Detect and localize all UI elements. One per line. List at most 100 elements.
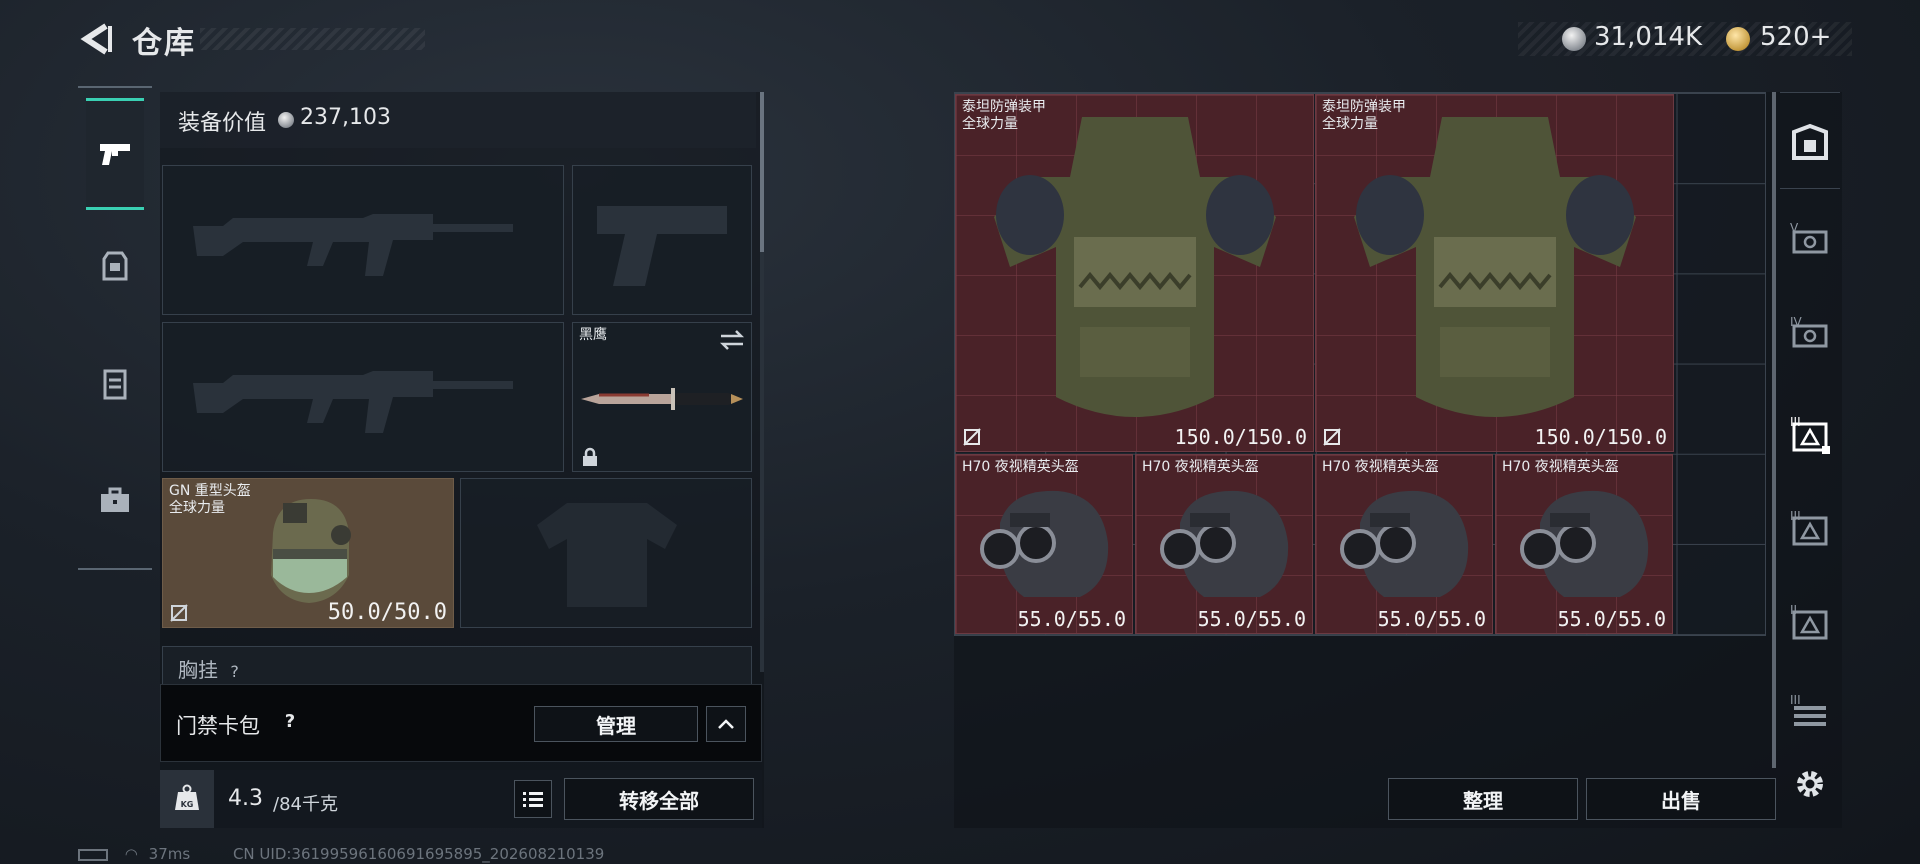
- level-v-armor-icon: V: [1790, 221, 1828, 254]
- vest-icon: [103, 369, 127, 400]
- silver-coin-icon: [278, 112, 294, 128]
- lock-icon: [583, 447, 597, 466]
- list-view-button[interactable]: [514, 780, 552, 818]
- armor-slot[interactable]: [460, 478, 752, 628]
- tab-level-i[interactable]: III: [1782, 688, 1838, 732]
- tab-level-v[interactable]: V: [1782, 210, 1838, 266]
- helmet-4-name: H70 夜视精英头盔: [1502, 459, 1619, 475]
- sidebar-divider: [1780, 92, 1840, 93]
- transfer-all-button[interactable]: 转移全部: [564, 778, 754, 820]
- melee-item-name: 黑鹰: [579, 327, 607, 343]
- helmet-name: GN 重型头盔 全球力量: [169, 483, 251, 516]
- swap-icon[interactable]: [719, 329, 745, 351]
- tab-level-iv[interactable]: IV: [1782, 304, 1838, 360]
- status-bar: ◠ 37ms CN UID:3619959616069169589​5_2026…: [78, 845, 604, 863]
- page-title: 仓库: [132, 26, 196, 61]
- tab-weapons[interactable]: [86, 98, 144, 210]
- weight-max: /84千克: [273, 794, 338, 815]
- tab-safe-box[interactable]: [1782, 114, 1838, 170]
- weight-current: 4.3: [228, 786, 263, 811]
- sell-button[interactable]: 出售: [1586, 778, 1776, 820]
- battery-icon: [78, 848, 108, 861]
- night-vision-helmet-image: [1520, 490, 1649, 597]
- assault-rifle-silhouette-icon: [193, 371, 513, 433]
- wifi-icon: ◠: [124, 845, 138, 863]
- expand-button[interactable]: [706, 706, 746, 742]
- night-vision-helmet-image: [1160, 490, 1289, 597]
- helmet-3-durability: 55.0/55.0: [1377, 607, 1486, 631]
- keycard-label: 门禁卡包: [176, 714, 260, 738]
- chest-rig-slot[interactable]: [162, 646, 752, 686]
- storage-item-helmet-3[interactable]: H70 夜视精英头盔 55.0/55.0: [1315, 454, 1493, 634]
- melee-slot[interactable]: 黑鹰: [572, 322, 752, 472]
- tab-level-iii[interactable]: III: [1782, 500, 1838, 556]
- weight-kg-label: KG: [180, 800, 194, 809]
- level-i-armor-icon: III: [1790, 693, 1826, 726]
- gold-currency-value: 520+: [1760, 22, 1832, 52]
- weight-icon-box: KG: [160, 770, 214, 828]
- pistol-slot[interactable]: [572, 165, 752, 315]
- equipment-scrollbar-thumb[interactable]: [760, 92, 764, 252]
- svg-text:III: III: [1790, 693, 1801, 707]
- armor-silhouette-icon: [537, 503, 677, 607]
- equipment-value: 237,103: [300, 105, 391, 130]
- tab-level-ii[interactable]: II: [1782, 594, 1838, 650]
- assault-rifle-silhouette-icon: [193, 214, 513, 276]
- level-iii-armor-icon: III: [1790, 509, 1828, 546]
- equipment-value-label: 装备价值: [178, 111, 267, 136]
- storage-scrollbar[interactable]: [1772, 92, 1776, 768]
- sidebar-divider: [1780, 188, 1840, 189]
- settings-button[interactable]: [1782, 756, 1838, 812]
- chevron-up-icon: [718, 719, 734, 729]
- level-ii-armor-icon: II: [1790, 603, 1828, 640]
- titan-armor-image: [1354, 117, 1636, 417]
- help-icon[interactable]: ?: [276, 708, 304, 736]
- gold-coin-icon: [1726, 27, 1750, 51]
- armor-1-durability: 150.0/150.0: [1174, 425, 1307, 449]
- storage-item-helmet-2[interactable]: H70 夜视精英头盔 55.0/55.0: [1135, 454, 1313, 634]
- level-iii-armor-active-icon: III: [1790, 415, 1830, 454]
- no-insurance-icon: [1323, 428, 1341, 446]
- no-insurance-icon: [170, 604, 188, 622]
- back-arrow-icon: [80, 23, 112, 55]
- tab-vest[interactable]: [86, 328, 144, 440]
- silver-currency-value: 31,014K: [1594, 22, 1703, 52]
- left-sidebar: [78, 86, 152, 570]
- gear-icon: [1797, 771, 1823, 797]
- no-insurance-icon: [963, 428, 981, 446]
- helmet-armor-icon: [102, 251, 128, 281]
- briefcase-icon: [101, 487, 129, 512]
- tab-gear[interactable]: [86, 210, 144, 322]
- night-vision-helmet-image: [1340, 490, 1469, 597]
- primary-weapon-slot-2[interactable]: [162, 322, 564, 472]
- ping-value: 37ms: [148, 845, 191, 863]
- pistol-silhouette-icon: [597, 206, 727, 286]
- safe-box-icon: [1792, 123, 1828, 160]
- list-icon: [523, 792, 543, 807]
- organize-button[interactable]: 整理: [1388, 778, 1578, 820]
- helmet-durability: 50.0/50.0: [327, 600, 447, 625]
- night-vision-helmet-image: [980, 490, 1109, 597]
- manage-button[interactable]: 管理: [534, 706, 698, 742]
- helmet-4-durability: 55.0/55.0: [1557, 607, 1666, 631]
- storage-item-armor-2[interactable]: 泰坦防弹装甲 全球力量 150.0/150.0: [1315, 94, 1674, 452]
- helmet-2-name: H70 夜视精英头盔: [1142, 459, 1259, 475]
- tab-level-iii-active[interactable]: III: [1782, 406, 1838, 462]
- primary-weapon-slot-1[interactable]: [162, 165, 564, 315]
- pistol-icon: [100, 144, 130, 165]
- storage-item-helmet-4[interactable]: H70 夜视精英头盔 55.0/55.0: [1495, 454, 1673, 634]
- knife-icon: [581, 388, 743, 410]
- helmet-3-name: H70 夜视精英头盔: [1322, 459, 1439, 475]
- level-iv-armor-icon: IV: [1790, 315, 1828, 348]
- storage-item-helmet-1[interactable]: H70 夜视精英头盔 55.0/55.0: [955, 454, 1133, 634]
- storage-item-armor-1[interactable]: 泰坦防弹装甲 全球力量 150.0/150.0: [955, 94, 1314, 452]
- chest-rig-label: 胸挂 ?: [178, 658, 239, 682]
- helmet-slot[interactable]: GN 重型头盔 全球力量 50.0/50.0: [162, 478, 454, 628]
- heavy-helmet-image: [271, 499, 351, 603]
- title-decoration: [200, 28, 425, 50]
- tab-briefcase[interactable]: [86, 444, 144, 556]
- titan-armor-image: [994, 117, 1276, 417]
- helmet-1-durability: 55.0/55.0: [1017, 607, 1126, 631]
- helmet-1-name: H70 夜视精英头盔: [962, 459, 1079, 475]
- back-button[interactable]: [78, 20, 116, 58]
